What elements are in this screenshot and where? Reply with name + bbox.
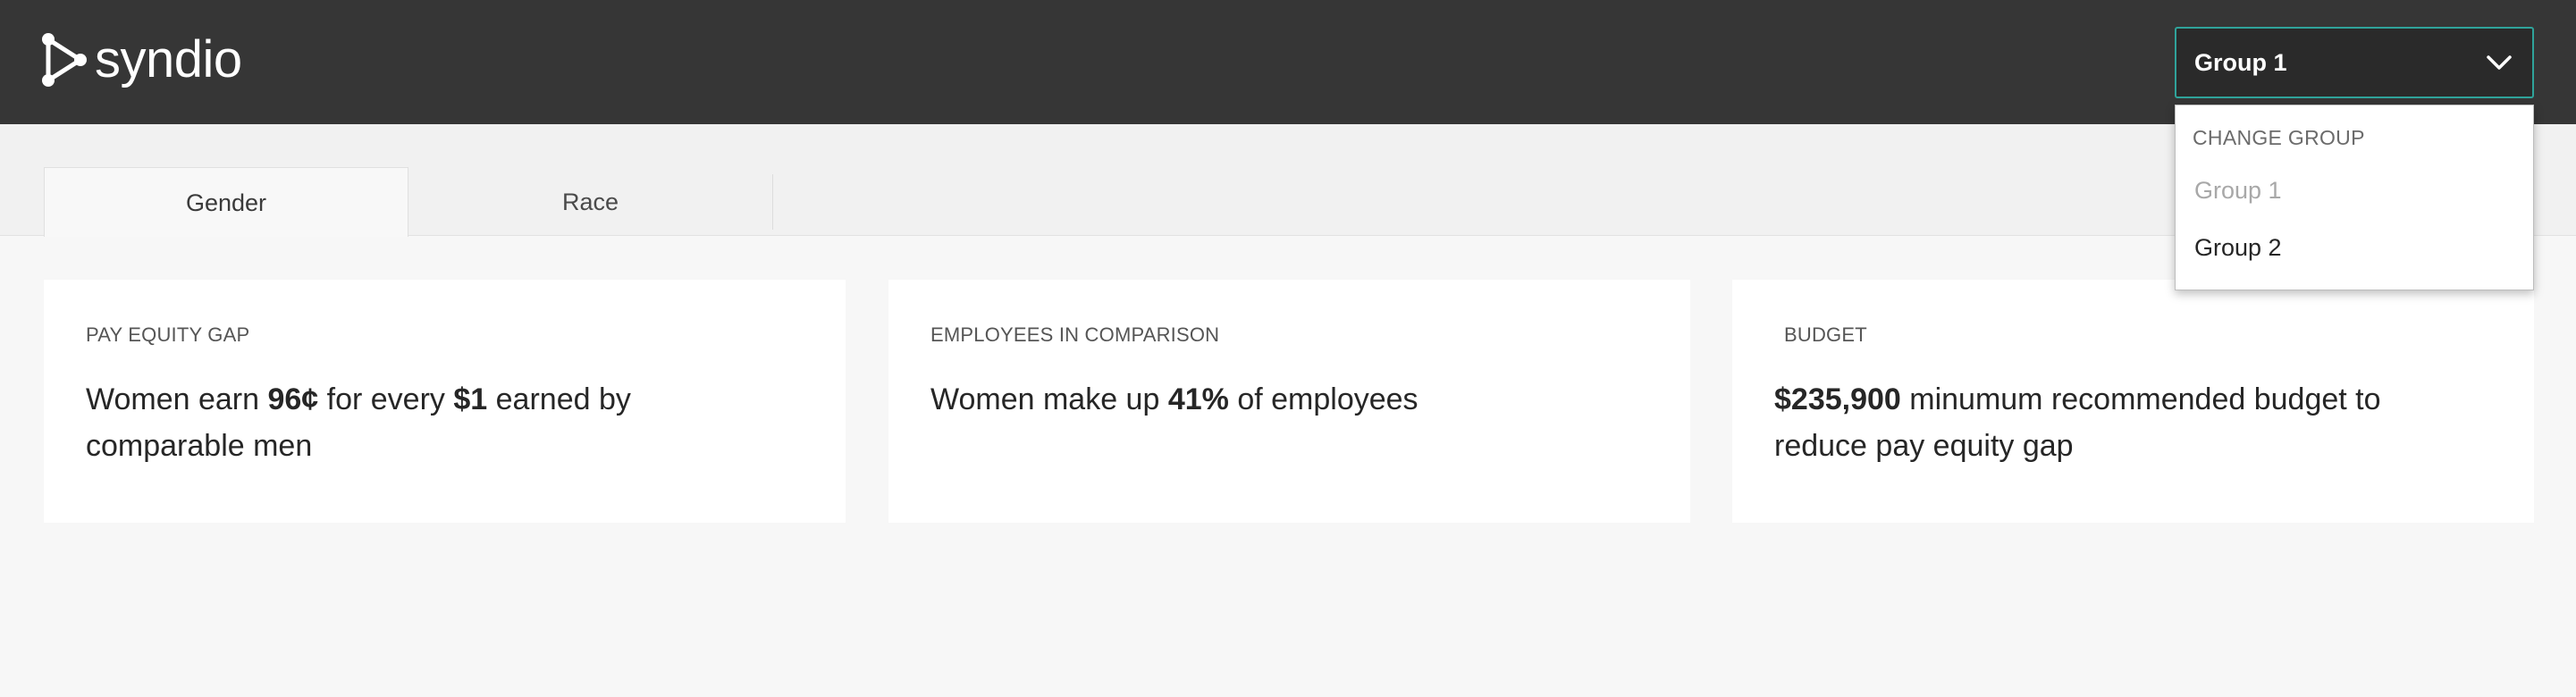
card-label: PAY EQUITY GAP	[86, 323, 250, 346]
pay-equity-gap-statement: Women earn 96¢ for every $1 earned by co…	[86, 376, 774, 469]
tab-race[interactable]: Race	[408, 174, 773, 230]
card-label: EMPLOYEES IN COMPARISON	[930, 323, 1220, 346]
statement-text: Women earn	[86, 382, 268, 416]
menu-header: CHANGE GROUP	[2193, 126, 2365, 149]
statement-text: for every	[318, 382, 454, 416]
statement-text: of employees	[1228, 382, 1418, 416]
group-select-dropdown[interactable]: Group 1	[2175, 27, 2534, 98]
syndio-logo-icon	[42, 33, 87, 87]
employees-comparison-statement: Women make up 41% of employees	[930, 376, 1619, 423]
card-label: BUDGET	[1784, 323, 1867, 346]
chevron-down-icon	[2487, 55, 2512, 70]
menu-item-group-2[interactable]: Group 2	[2176, 223, 2533, 273]
budget-card: BUDGET $235,900 minumum recommended budg…	[1732, 280, 2534, 523]
statement-text: Women make up	[930, 382, 1168, 416]
statement-value: 96¢	[267, 382, 319, 416]
change-group-menu: CHANGE GROUP Group 1 Group 2	[2175, 105, 2534, 290]
statement-value: 41%	[1167, 382, 1229, 416]
statement-value: $1	[453, 382, 488, 416]
group-select-value: Group 1	[2194, 48, 2287, 76]
logo-wordmark: syndio	[95, 30, 242, 88]
menu-item-group-1: Group 1	[2194, 177, 2282, 204]
pay-equity-gap-card: PAY EQUITY GAP Women earn 96¢ for every …	[44, 280, 846, 523]
employees-in-comparison-card: EMPLOYEES IN COMPARISON Women make up 41…	[888, 280, 1690, 523]
tab-gender[interactable]: Gender	[44, 167, 408, 237]
syndio-logo[interactable]: syndio	[41, 30, 242, 89]
budget-statement: $235,900 minumum recommended budget to r…	[1774, 376, 2462, 469]
statement-value: $235,900	[1774, 382, 1901, 416]
